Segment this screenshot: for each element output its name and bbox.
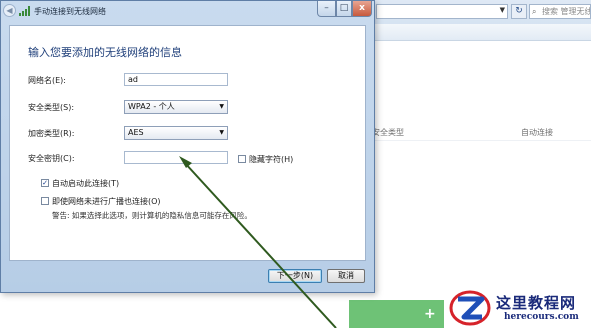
watermark-url: herecours.com xyxy=(504,312,579,322)
encryption-type-label: 加密类型(R): xyxy=(28,129,75,138)
column-security-type[interactable]: 安全类型 xyxy=(372,127,404,138)
search-placeholder: 搜索 管理无线网络 xyxy=(542,7,590,16)
chevron-down-icon[interactable]: ▼ xyxy=(500,6,505,14)
dialog-content: 输入您要添加的无线网络的信息 网络名(E): ad 安全类型(S): WPA2 … xyxy=(9,25,366,261)
next-button[interactable]: 下一步(N) xyxy=(268,269,322,283)
network-name-input[interactable]: ad xyxy=(124,73,228,86)
dialog-titlebar: ◀ 手动连接到无线网络 – □ x xyxy=(1,1,374,25)
chevron-down-icon: ▼ xyxy=(219,129,224,136)
security-key-input[interactable] xyxy=(124,151,228,164)
encryption-type-select[interactable]: AES ▼ xyxy=(124,126,228,140)
watermark-logo-icon xyxy=(449,290,491,326)
dialog-heading: 输入您要添加的无线网络的信息 xyxy=(28,46,182,59)
minimize-button[interactable]: – xyxy=(317,1,336,17)
hide-characters-checkbox[interactable] xyxy=(238,155,246,163)
wireless-network-icon xyxy=(19,6,30,16)
security-type-label: 安全类型(S): xyxy=(28,103,75,112)
close-button[interactable]: x xyxy=(352,1,372,17)
connect-not-broadcasting-checkbox[interactable] xyxy=(41,197,49,205)
column-auto-connect[interactable]: 自动连接 xyxy=(521,127,553,138)
chevron-down-icon: ▼ xyxy=(219,103,224,110)
refresh-icon[interactable]: ↻ xyxy=(511,4,527,19)
encryption-type-value: AES xyxy=(128,128,144,137)
hide-characters-label[interactable]: 隐藏字符(H) xyxy=(249,154,293,165)
maximize-button[interactable]: □ xyxy=(336,1,352,17)
back-arrow-icon[interactable]: ◀ xyxy=(3,4,16,17)
security-key-label: 安全密钥(C): xyxy=(28,154,75,163)
security-type-value: WPA2 - 个人 xyxy=(128,102,175,111)
search-input[interactable]: ⌕ 搜索 管理无线网络 xyxy=(529,4,591,19)
network-name-label: 网络名(E): xyxy=(28,76,66,85)
cancel-button[interactable]: 取消 xyxy=(327,269,365,283)
dialog-title: 手动连接到无线网络 xyxy=(34,7,106,16)
search-icon: ⌕ xyxy=(532,7,537,16)
watermark-title: 这里教程网 xyxy=(496,294,577,312)
manual-connect-dialog: ◀ 手动连接到无线网络 – □ x 输入您要添加的无线网络的信息 网络名(E):… xyxy=(0,0,375,293)
auto-connect-checkbox[interactable]: ✓ xyxy=(41,179,49,187)
security-type-select[interactable]: WPA2 - 个人 ▼ xyxy=(124,100,228,114)
auto-connect-label[interactable]: 自动启动此连接(T) xyxy=(52,178,119,189)
connect-not-broadcasting-label[interactable]: 即使网络未进行广播也连接(O) xyxy=(52,196,161,207)
plus-icon: + xyxy=(424,306,436,322)
watermark: 这里教程网 herecours.com xyxy=(444,286,591,328)
privacy-warning: 警告: 如果选择此选项，则计算机的隐私信息可能存在风险。 xyxy=(52,211,252,220)
address-bar[interactable]: ▼ xyxy=(376,4,508,19)
